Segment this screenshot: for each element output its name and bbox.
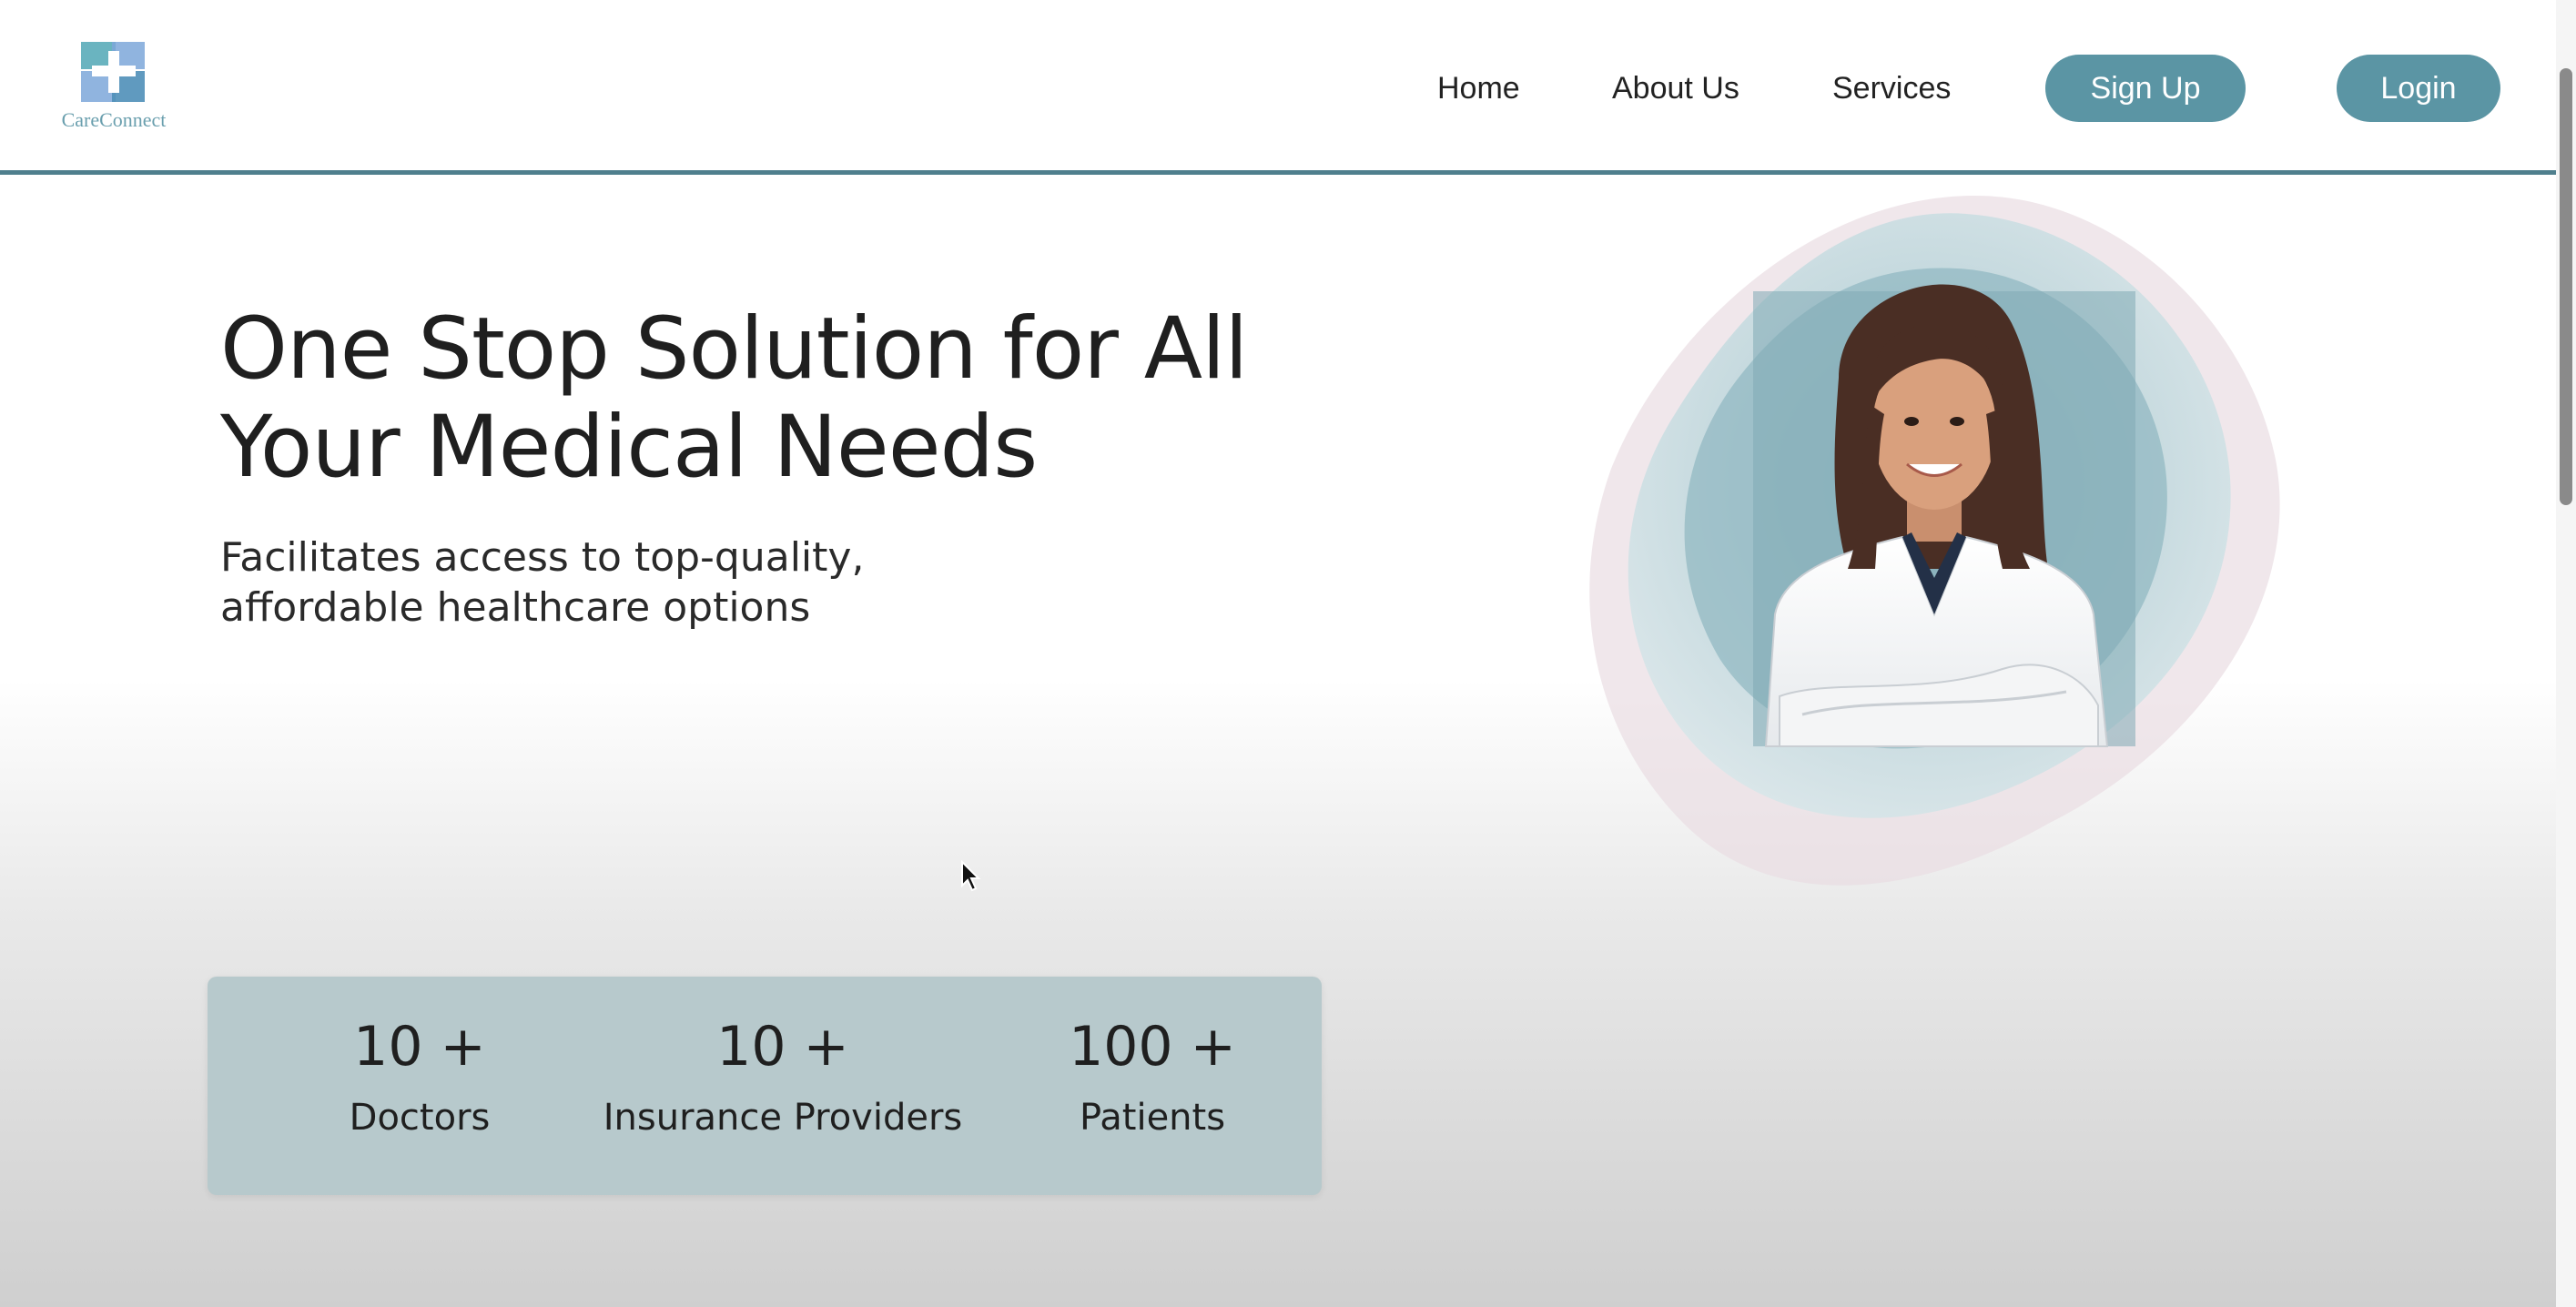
nav-about-link[interactable]: About Us: [1612, 71, 1739, 106]
site-header: CareConnect Home About Us Services Sign …: [0, 0, 2556, 175]
hero-image: [1575, 187, 2285, 915]
hero-title-line: Your Medical Needs: [220, 398, 1038, 497]
stat-label: Patients: [1079, 1097, 1226, 1139]
brand-logo[interactable]: CareConnect: [50, 40, 177, 137]
stats-panel: 10 + Doctors 10 + Insurance Providers 10…: [208, 977, 1322, 1195]
scrollbar-thumb[interactable]: [2560, 68, 2572, 505]
medical-cross-logo-icon: [81, 42, 145, 102]
stat-value: 100 +: [1069, 1015, 1236, 1079]
hero-subtitle-line: affordable healthcare options: [220, 584, 811, 631]
stat-value: 10 +: [716, 1015, 849, 1079]
stat-value: 10 +: [353, 1015, 486, 1079]
stat-label: Doctors: [349, 1097, 491, 1139]
mouse-cursor-icon: [961, 860, 981, 892]
hero-title: One Stop Solution for All Your Medical N…: [220, 300, 1313, 497]
scrollbar[interactable]: [2556, 0, 2576, 1307]
hero-title-line: One Stop Solution for All: [220, 299, 1248, 399]
nav-services-link[interactable]: Services: [1832, 71, 1951, 106]
stat-doctors: 10 + Doctors: [238, 1015, 602, 1140]
hero-subtitle: Facilitates access to top-quality, affor…: [220, 532, 1040, 633]
doctor-portrait-icon: [1589, 196, 2280, 886]
stat-patients: 100 + Patients: [970, 1015, 1334, 1140]
login-button[interactable]: Login: [2337, 55, 2500, 122]
hero-subtitle-line: Facilitates access to top-quality,: [220, 534, 865, 581]
stat-label: Insurance Providers: [603, 1097, 963, 1139]
stat-insurance-providers: 10 + Insurance Providers: [601, 1015, 965, 1140]
nav-home-link[interactable]: Home: [1437, 71, 1520, 106]
signup-button[interactable]: Sign Up: [2045, 55, 2246, 122]
brand-name: CareConnect: [61, 108, 167, 131]
